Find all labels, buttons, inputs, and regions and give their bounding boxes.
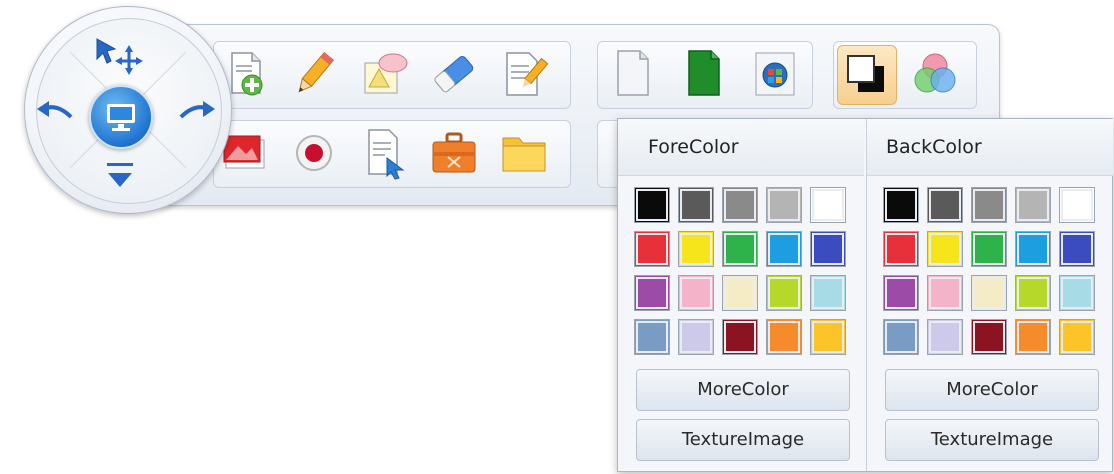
fore-back-color-icon [847, 55, 884, 92]
color-tools-group [833, 41, 977, 109]
back-color-swatch[interactable] [1059, 231, 1095, 267]
fore-color-swatch[interactable] [722, 275, 758, 311]
back-color-title: BackColor [886, 136, 982, 158]
eraser-button[interactable] [425, 45, 483, 103]
folder-button[interactable] [495, 124, 553, 182]
toolbox-button[interactable] [425, 124, 483, 182]
fore-color-swatch[interactable] [766, 275, 802, 311]
fore-texture-image-button[interactable]: TextureImage [636, 419, 850, 461]
eraser-icon [434, 56, 474, 93]
browser-button[interactable] [746, 45, 804, 103]
back-color-swatch[interactable] [971, 187, 1007, 223]
back-color-swatch[interactable] [1015, 275, 1051, 311]
blank-page-button[interactable] [604, 45, 662, 103]
navigation-pad [24, 6, 232, 214]
color-circles-icon [914, 53, 956, 93]
fore-color-swatch[interactable] [722, 231, 758, 267]
fore-color-swatch[interactable] [766, 319, 802, 355]
shapes-icon [364, 53, 408, 94]
back-color-swatch[interactable] [971, 231, 1007, 267]
back-color-swatch[interactable] [1015, 231, 1051, 267]
pencil-icon [298, 51, 335, 93]
folder-icon [502, 137, 546, 172]
back-color-header: BackColor [867, 119, 1113, 176]
fore-color-swatch[interactable] [810, 231, 846, 267]
media-tools-group [213, 120, 571, 188]
record-icon [296, 135, 332, 171]
fore-color-swatch[interactable] [634, 319, 670, 355]
fore-color-swatch[interactable] [678, 231, 714, 267]
back-color-swatch[interactable] [883, 319, 919, 355]
color-picker-popup: ForeColor MoreColor TextureImage BackCol… [617, 118, 1113, 472]
fore-color-title: ForeColor [648, 136, 739, 158]
fore-color-swatch[interactable] [722, 187, 758, 223]
fore-color-swatch[interactable] [810, 275, 846, 311]
fore-more-color-button[interactable]: MoreColor [636, 369, 850, 411]
back-color-swatch[interactable] [971, 275, 1007, 311]
back-color-swatch[interactable] [927, 231, 963, 267]
pointer-document-button[interactable] [355, 124, 413, 182]
fore-color-swatch[interactable] [766, 187, 802, 223]
monitor-icon [107, 104, 135, 131]
color-circles-button[interactable] [906, 45, 964, 103]
back-color-swatch[interactable] [883, 275, 919, 311]
fore-color-header: ForeColor [618, 119, 864, 176]
fore-color-swatch[interactable] [634, 231, 670, 267]
back-color-swatch[interactable] [1059, 319, 1095, 355]
fore-color-swatch[interactable] [678, 319, 714, 355]
back-color-swatch[interactable] [1059, 187, 1095, 223]
arrow-left-icon[interactable] [35, 95, 75, 125]
back-color-swatch[interactable] [971, 319, 1007, 355]
fore-color-swatch[interactable] [634, 275, 670, 311]
page-tools-group [597, 41, 813, 109]
edit-document-icon [506, 52, 549, 96]
fore-color-swatch[interactable] [722, 319, 758, 355]
back-color-panel: BackColor MoreColor TextureImage [866, 119, 1113, 471]
fore-color-swatch[interactable] [678, 275, 714, 311]
back-color-swatch[interactable] [927, 319, 963, 355]
fore-back-color-button[interactable] [837, 45, 897, 105]
shapes-button[interactable] [355, 45, 413, 103]
drawing-tools-group [213, 41, 571, 109]
arrow-right-icon[interactable] [177, 95, 217, 125]
select-move-icon[interactable] [95, 35, 145, 75]
fore-color-swatch[interactable] [810, 187, 846, 223]
pointer-document-icon [368, 129, 405, 180]
fore-color-swatch[interactable] [766, 231, 802, 267]
back-color-swatch[interactable] [883, 187, 919, 223]
fore-color-swatch[interactable] [678, 187, 714, 223]
back-color-swatches [883, 187, 1103, 363]
back-color-swatch[interactable] [1059, 275, 1095, 311]
fore-color-swatches [634, 187, 854, 363]
back-color-swatch[interactable] [883, 231, 919, 267]
back-texture-image-button[interactable]: TextureImage [885, 419, 1099, 461]
fore-color-panel: ForeColor MoreColor TextureImage [618, 119, 864, 471]
edit-document-button[interactable] [495, 45, 553, 103]
fore-color-swatch[interactable] [634, 187, 670, 223]
blank-page-icon [617, 50, 649, 96]
record-button[interactable] [285, 124, 343, 182]
toolbox-icon [432, 132, 476, 173]
browser-icon [755, 52, 795, 96]
back-color-swatch[interactable] [927, 187, 963, 223]
pencil-button[interactable] [285, 45, 343, 103]
back-color-swatch[interactable] [1015, 319, 1051, 355]
back-color-swatch[interactable] [1015, 187, 1051, 223]
green-page-icon [688, 50, 720, 96]
back-color-swatch[interactable] [927, 275, 963, 311]
green-page-button[interactable] [675, 45, 733, 103]
screen-button[interactable] [89, 85, 153, 149]
arrow-down-icon[interactable] [103, 159, 137, 193]
back-more-color-button[interactable]: MoreColor [885, 369, 1099, 411]
fore-color-swatch[interactable] [810, 319, 846, 355]
